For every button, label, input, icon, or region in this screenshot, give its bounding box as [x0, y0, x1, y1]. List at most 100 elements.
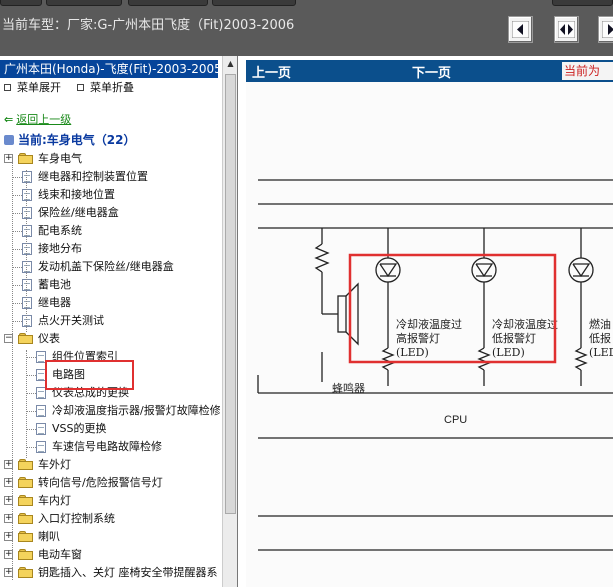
- tree-item[interactable]: 车身电气: [38, 150, 82, 168]
- document-icon: [22, 189, 32, 201]
- toolbar-tab[interactable]: [552, 0, 613, 6]
- sidebar: 广州本田(Honda)-飞度(Fit)-2003-2005 菜单展开 菜单折叠 …: [0, 56, 238, 587]
- tree-connector: [26, 411, 36, 412]
- led-diode: [379, 263, 398, 278]
- tree-connector: [26, 375, 36, 376]
- toolbar-tab[interactable]: [0, 0, 42, 6]
- expand-menu-button[interactable]: 菜单展开: [4, 79, 61, 97]
- first-page-icon: [512, 21, 529, 38]
- folder-icon: [18, 333, 34, 344]
- led-label: 低报警灯: [492, 331, 536, 345]
- resistor-symbol: [477, 347, 491, 371]
- circuit-diagram-svg: 冷却液温度过 高报警灯 (LED) 冷却液温度过 低报警灯 (LED) 燃油 低…: [257, 179, 613, 551]
- tree-item[interactable]: 线束和接地位置: [38, 186, 115, 204]
- led-label: 燃油: [589, 317, 611, 331]
- prev-next-button[interactable]: [554, 16, 579, 43]
- collapse-label: 菜单折叠: [90, 81, 134, 94]
- last-page-button[interactable]: [598, 16, 613, 43]
- collapse-menu-button[interactable]: 菜单折叠: [77, 79, 134, 97]
- folder-icon: [18, 477, 34, 488]
- document-icon: [22, 315, 32, 327]
- document-icon: [22, 279, 32, 291]
- page-nav-bar: 上一页 下一页 当前为: [246, 60, 613, 82]
- tree-item[interactable]: 仪表: [38, 330, 60, 348]
- toolbar-tabs: [0, 0, 613, 8]
- tree-connector: [12, 231, 22, 232]
- current-car-model: 当前车型：厂家:G-广州本田飞度（Fit)2003-2006: [2, 18, 295, 33]
- highlight-box: [45, 360, 134, 390]
- folder-icon: [18, 495, 34, 506]
- circuit-diagram: 冷却液温度过 高报警灯 (LED) 冷却液温度过 低报警灯 (LED) 燃油 低…: [246, 82, 613, 587]
- cpu-label: CPU: [444, 414, 467, 426]
- tree-connector: [12, 162, 13, 580]
- tree-item[interactable]: 车速信号电路故障检修: [52, 438, 162, 456]
- tree-item[interactable]: 车外灯: [38, 456, 71, 474]
- document-icon: [22, 171, 32, 183]
- tree-item[interactable]: 继电器: [38, 294, 71, 312]
- tree-item[interactable]: 电动车窗: [38, 546, 82, 564]
- top-header: 当前车型：厂家:G-广州本田飞度（Fit)2003-2006: [0, 0, 613, 56]
- folder-icon: [18, 513, 34, 524]
- led-diode: [572, 263, 591, 278]
- next-page-link[interactable]: 下一页: [412, 62, 451, 81]
- led-label: (LED): [396, 346, 429, 359]
- led-label: 低报: [589, 331, 611, 345]
- back-link[interactable]: ⇐ 返回上一级: [4, 111, 71, 129]
- current-page-indicator: 当前为: [562, 62, 613, 80]
- tree-item[interactable]: 车内灯: [38, 492, 71, 510]
- document-icon: [36, 405, 46, 417]
- tree-item[interactable]: 入口灯控制系统: [38, 510, 115, 528]
- expand-label: 菜单展开: [17, 81, 61, 94]
- tree-connector: [26, 357, 36, 358]
- tree-connector: [26, 447, 36, 448]
- scroll-thumb[interactable]: [225, 74, 236, 514]
- tree-item[interactable]: 发动机盖下保险丝/继电器盒: [38, 258, 174, 276]
- scroll-up-icon[interactable]: ▲: [225, 58, 236, 70]
- first-page-button[interactable]: [508, 16, 533, 43]
- toolbar-tab[interactable]: [46, 0, 122, 6]
- tree-connector: [12, 321, 22, 322]
- led-label: (LED): [492, 346, 525, 359]
- document-icon: [22, 261, 32, 273]
- tree-item[interactable]: 钥匙插入、关灯 座椅安全带提醒器系: [38, 564, 218, 582]
- led-symbol: [471, 257, 497, 283]
- tree-connector: [12, 195, 22, 196]
- tree-connector: [12, 177, 22, 178]
- document-icon: [36, 423, 46, 435]
- tree-connector: [12, 213, 22, 214]
- resistor-symbol: [314, 243, 330, 273]
- folder-icon: [18, 567, 34, 578]
- prev-next-icon: [558, 21, 575, 38]
- tree-item[interactable]: 接地分布: [38, 240, 82, 258]
- tree-item[interactable]: 继电器和控制装置位置: [38, 168, 148, 186]
- led-symbol: [568, 257, 594, 283]
- back-label: 返回上一级: [16, 113, 72, 126]
- folder-icon: [18, 549, 34, 560]
- prev-page-link[interactable]: 上一页: [252, 62, 291, 81]
- tree-item[interactable]: 转向信号/危险报警信号灯: [38, 474, 163, 492]
- tree-item[interactable]: 配电系统: [38, 222, 82, 240]
- tree-item[interactable]: VSS的更换: [52, 420, 107, 438]
- tree-item[interactable]: 点火开关测试: [38, 312, 104, 330]
- tree-connector: [12, 267, 22, 268]
- document-icon: [22, 225, 32, 237]
- current-label: 当前:车身电气（22）: [18, 133, 136, 147]
- tree-item[interactable]: 喇叭: [38, 528, 60, 546]
- current-location: 当前:车身电气（22）: [4, 131, 136, 149]
- resistor-symbol: [381, 347, 395, 371]
- toolbar-tab[interactable]: [128, 0, 208, 6]
- led-label: 冷却液温度过: [396, 317, 462, 331]
- folder-icon: [18, 531, 34, 542]
- toolbar-tab[interactable]: [212, 0, 296, 6]
- app-window: 当前车型：厂家:G-广州本田飞度（Fit)2003-2006 广州本田(Hond…: [0, 0, 613, 587]
- square-icon: [4, 84, 11, 91]
- tree-item[interactable]: 冷却液温度指示器/报警灯故障检修: [52, 402, 220, 420]
- sidebar-scrollbar[interactable]: ▲: [222, 56, 237, 587]
- sidebar-title: 广州本田(Honda)-飞度(Fit)-2003-2005: [0, 60, 218, 78]
- tree-connector: [26, 170, 27, 332]
- tree-connector: [12, 285, 22, 286]
- buzzer-horn: [345, 282, 359, 346]
- folder-icon: [18, 459, 34, 470]
- tree-item[interactable]: 蓄电池: [38, 276, 71, 294]
- tree-item[interactable]: 保险丝/继电器盒: [38, 204, 119, 222]
